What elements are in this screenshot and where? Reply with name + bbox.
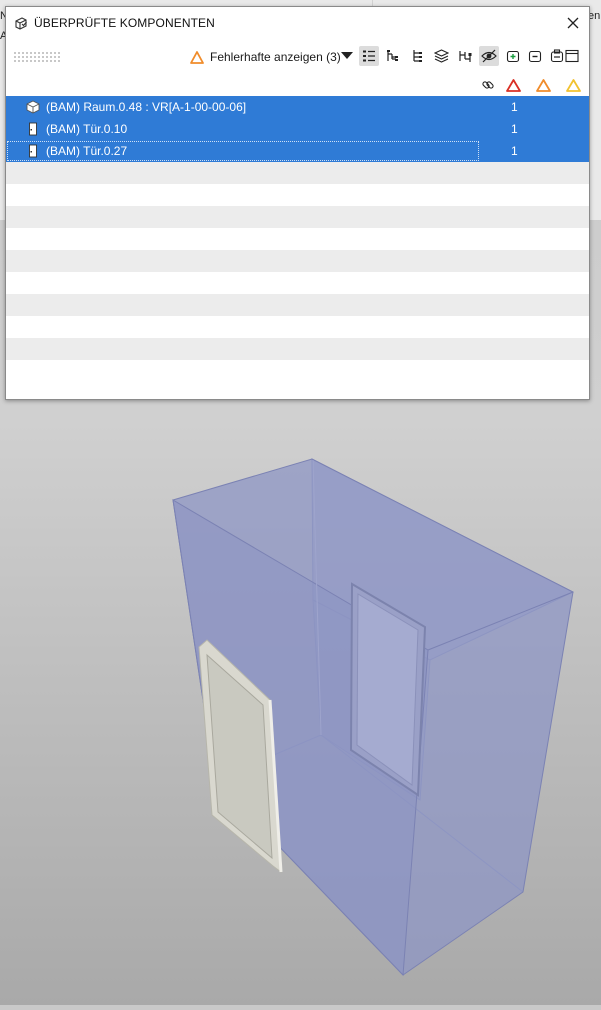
filter-faulty-dropdown[interactable]: Fehlerhafte anzeigen (3) <box>190 48 341 66</box>
hierarchy-button[interactable] <box>407 46 427 66</box>
remove-component-button[interactable] <box>525 46 545 66</box>
visibility-button[interactable] <box>479 46 499 66</box>
remove-component-icon <box>528 50 542 63</box>
tree-view-icon <box>387 50 398 61</box>
close-button[interactable] <box>563 13 583 33</box>
window-icon <box>565 49 579 63</box>
empty-row <box>6 250 589 272</box>
hierarchy-icon <box>413 50 422 62</box>
error-count: 1 <box>511 122 518 136</box>
empty-row <box>6 162 589 184</box>
dialog-titlebar[interactable]: ÜBERPRÜFTE KOMPONENTEN <box>6 7 589 39</box>
empty-row <box>6 294 589 316</box>
list-view-button[interactable] <box>359 46 379 66</box>
empty-row <box>6 272 589 294</box>
network-button[interactable] <box>455 46 475 66</box>
warning-icon <box>535 78 551 92</box>
table-row[interactable]: (BAM) Tür.0.10 1 <box>6 118 589 140</box>
table-row[interactable]: (BAM) Raum.0.48 : VR[A-1-00-00-06] 1 <box>6 96 589 118</box>
3d-viewport[interactable] <box>0 400 601 1005</box>
layers-icon <box>433 49 449 63</box>
component-name: (BAM) Tür.0.27 <box>46 144 128 158</box>
tree-view-button[interactable] <box>383 46 403 66</box>
chevron-down-icon[interactable] <box>341 52 353 59</box>
column-header-warning[interactable] <box>534 77 552 93</box>
empty-row <box>6 184 589 206</box>
list-view-icon <box>363 50 375 62</box>
warning-icon <box>190 50 204 64</box>
cube-icon <box>26 100 40 114</box>
window-button[interactable] <box>562 46 582 66</box>
add-component-icon <box>506 50 520 63</box>
empty-row <box>6 206 589 228</box>
component-name: (BAM) Tür.0.10 <box>46 122 128 136</box>
checked-components-dialog: ÜBERPRÜFTE KOMPONENTEN Fehlerhafte anzei… <box>5 6 590 400</box>
empty-row <box>6 228 589 250</box>
component-name: (BAM) Raum.0.48 : VR[A-1-00-00-06] <box>46 100 247 114</box>
column-header-row <box>6 75 589 95</box>
dialog-title: ÜBERPRÜFTE KOMPONENTEN <box>34 16 215 30</box>
door-icon <box>29 144 37 158</box>
column-header-link[interactable] <box>479 77 497 93</box>
close-icon <box>567 17 579 29</box>
door-icon <box>29 122 37 136</box>
link-icon <box>482 81 494 89</box>
toolbar: Fehlerhafte anzeigen (3) <box>6 43 589 71</box>
column-header-info[interactable] <box>564 77 582 93</box>
error-count: 1 <box>511 144 518 158</box>
info-icon <box>565 78 581 92</box>
checked-components-icon <box>14 16 28 30</box>
layers-button[interactable] <box>431 46 451 66</box>
column-header-error[interactable] <box>504 77 522 93</box>
filter-label: Fehlerhafte anzeigen (3) <box>210 50 341 64</box>
table-row[interactable]: (BAM) Tür.0.27 1 <box>6 140 589 162</box>
empty-row <box>6 316 589 338</box>
room-model[interactable] <box>0 400 601 1005</box>
error-count: 1 <box>511 100 518 114</box>
visibility-icon <box>481 49 497 63</box>
empty-row <box>6 338 589 360</box>
add-component-button[interactable] <box>503 46 523 66</box>
toolbar-grip[interactable] <box>13 51 61 63</box>
components-table: (BAM) Raum.0.48 : VR[A-1-00-00-06] 1 (BA… <box>6 96 589 360</box>
error-icon <box>505 78 521 92</box>
network-icon <box>458 51 471 62</box>
